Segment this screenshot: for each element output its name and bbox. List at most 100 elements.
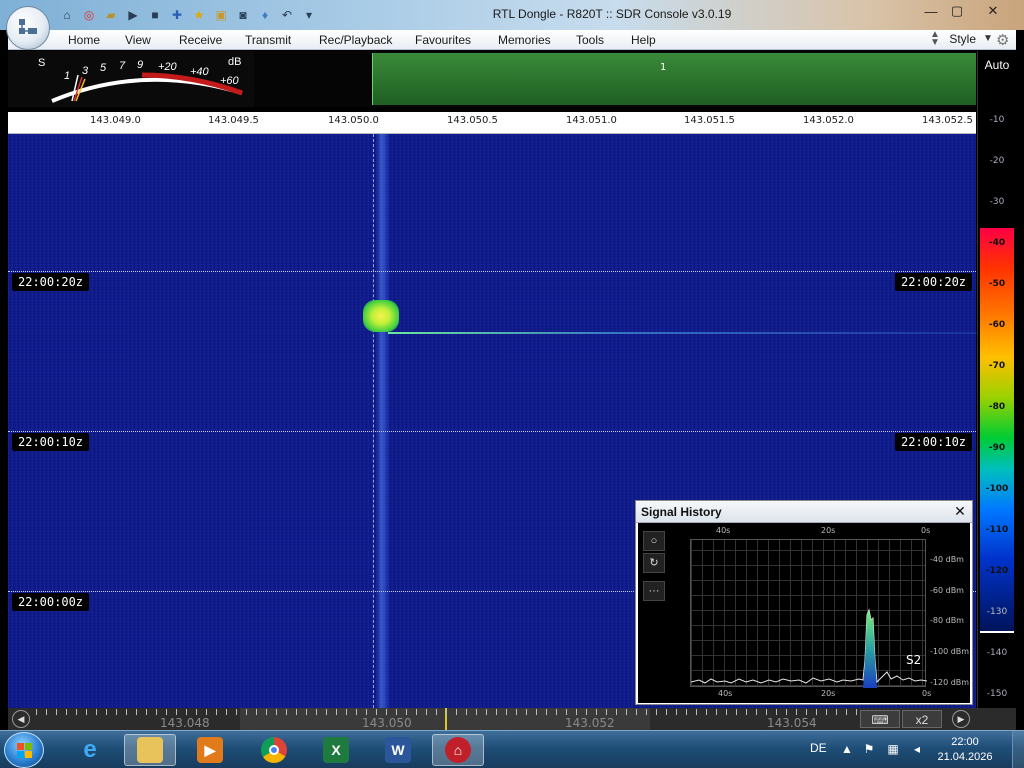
- db-label: -120: [985, 566, 1009, 576]
- taskbar-media-player[interactable]: ▶: [184, 734, 236, 766]
- db-label: -50: [988, 279, 1006, 289]
- s-meter-db-label: dB: [228, 56, 242, 68]
- time-label-top: 0s: [921, 526, 931, 535]
- action-center-icon[interactable]: ⚑: [862, 742, 876, 756]
- db-label: -10: [989, 115, 1005, 125]
- db-label: -90: [988, 443, 1006, 453]
- keyboard-button[interactable]: ⌨: [860, 710, 900, 728]
- dbm-label: -60 dBm: [930, 586, 964, 595]
- style-updown-icon[interactable]: ▲ ▼: [930, 30, 940, 48]
- taskbar-excel[interactable]: X: [310, 734, 362, 766]
- freq-tick: 143.049.5: [208, 115, 259, 126]
- timestamp-left: 22:00:10z: [12, 433, 90, 451]
- signal-history-body: ○ ↻ ··· 40s 20s 0s -40 dBm -60 dBm -80 d…: [638, 523, 970, 703]
- menu-receive[interactable]: Receive: [179, 33, 222, 47]
- taskbar-chrome[interactable]: [248, 734, 300, 766]
- s-meter-s-label: S: [38, 57, 46, 69]
- title-bar: ⌂ ◎ ▰ ▶ ■ ✚ ★ ▣ ◙ ♦ ↶ ▾ RTL Dongle - R82…: [0, 0, 1024, 30]
- network-icon[interactable]: ▦: [886, 742, 900, 756]
- menu-favourites[interactable]: Favourites: [415, 33, 471, 47]
- db-label: -110: [985, 525, 1009, 535]
- chrome-icon: [261, 737, 287, 763]
- show-hidden-icons-icon[interactable]: ▲: [840, 742, 854, 756]
- bottom-frequency-ruler[interactable]: ◀ 143.048 143.050 143.052 143.054 ⌨ x2 ▶: [8, 708, 1016, 730]
- desktop: ⌂ ◎ ▰ ▶ ■ ✚ ★ ▣ ◙ ♦ ↶ ▾ RTL Dongle - R82…: [0, 0, 1024, 768]
- db-label: -30: [989, 197, 1005, 207]
- show-desktop-button[interactable]: [1012, 731, 1024, 768]
- db-label: -80: [988, 402, 1006, 412]
- scroll-left-button[interactable]: ◀: [12, 710, 30, 728]
- window-title: RTL Dongle - R820T :: SDR Console v3.0.1…: [492, 7, 732, 21]
- style-menu[interactable]: Style: [949, 32, 976, 46]
- s-meter-tick: 3: [82, 65, 89, 77]
- scroll-right-button[interactable]: ▶: [952, 710, 970, 728]
- s-meter-tick: +60: [220, 75, 239, 87]
- menu-view[interactable]: View: [125, 33, 151, 47]
- menu-tools[interactable]: Tools: [576, 33, 604, 47]
- s-meter-tick: 7: [119, 60, 126, 72]
- sdr-console-icon: ⌂: [445, 737, 471, 763]
- time-label-top: 20s: [821, 526, 836, 535]
- dbm-label: -40 dBm: [930, 555, 964, 564]
- zoom-button[interactable]: x2: [902, 710, 942, 728]
- db-label: -70: [988, 361, 1006, 371]
- auto-button[interactable]: Auto: [978, 55, 1016, 75]
- style-dropdown-icon[interactable]: ▼: [983, 33, 993, 44]
- excel-icon: X: [323, 737, 349, 763]
- noise-floor-marker[interactable]: [980, 631, 1014, 633]
- taskbar-word[interactable]: W: [372, 734, 424, 766]
- ruler-label: 143.052: [565, 716, 615, 730]
- s-unit-readout: S2: [906, 653, 922, 667]
- taskbar-internet-explorer[interactable]: e: [64, 734, 116, 766]
- signal-history-window[interactable]: Signal History ✕ ○ ↻ ··· 40s 20s 0s -40 …: [635, 500, 973, 705]
- ruler-label: 143.048: [160, 716, 210, 730]
- db-scale[interactable]: Auto -10 -20 -30 -40 -50 -60 -70 -80 -90…: [977, 51, 1015, 708]
- reset-button[interactable]: ↻: [643, 553, 665, 573]
- volume-icon[interactable]: ◂: [910, 742, 924, 756]
- s-meter-tick: 9: [137, 59, 144, 71]
- language-indicator[interactable]: DE: [810, 741, 827, 755]
- signal-streak: [376, 134, 390, 708]
- app-menu-button[interactable]: [6, 6, 50, 50]
- ruler-ticks: [36, 709, 866, 715]
- start-button[interactable]: [4, 732, 44, 768]
- tuning-center-line: [373, 134, 374, 708]
- s-meter-tick: +20: [158, 61, 177, 73]
- menu-transmit[interactable]: Transmit: [245, 33, 291, 47]
- more-options-button[interactable]: ···: [643, 581, 665, 601]
- receive-channel-band[interactable]: [372, 53, 976, 105]
- taskbar-sdr-console[interactable]: ⌂: [432, 734, 484, 766]
- frequency-axis: 143.049.0 143.049.5 143.050.0 143.050.5 …: [8, 112, 976, 130]
- settings-gear-icon[interactable]: ⚙: [996, 31, 1009, 49]
- clock-date: 21.04.2026: [937, 751, 993, 763]
- timestamp-left: 22:00:00z: [12, 593, 90, 611]
- s-meter: S dB 1 3 5 7 9 +20 +40 +60: [32, 53, 252, 105]
- freq-tick: 143.052.0: [803, 115, 854, 126]
- menu-help[interactable]: Help: [631, 33, 656, 47]
- menu-rec-playback[interactable]: Rec/Playback: [319, 33, 392, 47]
- close-button[interactable]: ✕: [980, 2, 1006, 20]
- taskbar-explorer[interactable]: [124, 734, 176, 766]
- freq-tick: 143.049.0: [90, 115, 141, 126]
- signal-burst: [363, 300, 399, 332]
- s-meter-tick: 5: [100, 62, 107, 74]
- menu-home[interactable]: Home: [68, 33, 100, 47]
- dbm-label: -120 dBm: [930, 678, 970, 687]
- time-label-bottom: 20s: [821, 689, 836, 698]
- time-label-bottom: 0s: [922, 689, 932, 698]
- db-label: -60: [988, 320, 1006, 330]
- signal-history-close-button[interactable]: ✕: [952, 503, 968, 519]
- folder-icon: [137, 737, 163, 763]
- freq-tick: 143.051.0: [566, 115, 617, 126]
- record-toggle-button[interactable]: ○: [643, 531, 665, 551]
- signal-history-plot[interactable]: [690, 539, 928, 688]
- menu-memories[interactable]: Memories: [498, 33, 551, 47]
- db-label: -140: [986, 648, 1008, 658]
- clock[interactable]: 22:00 21.04.2026: [930, 735, 1000, 765]
- media-player-icon: ▶: [197, 737, 223, 763]
- minimize-button[interactable]: —: [918, 2, 944, 20]
- time-label-top: 40s: [716, 526, 731, 535]
- signal-history-header[interactable]: Signal History ✕: [636, 501, 972, 523]
- spectrum-display[interactable]: S dB 1 3 5 7 9 +20 +40 +60: [8, 51, 976, 107]
- maximize-button[interactable]: ▢: [944, 2, 970, 20]
